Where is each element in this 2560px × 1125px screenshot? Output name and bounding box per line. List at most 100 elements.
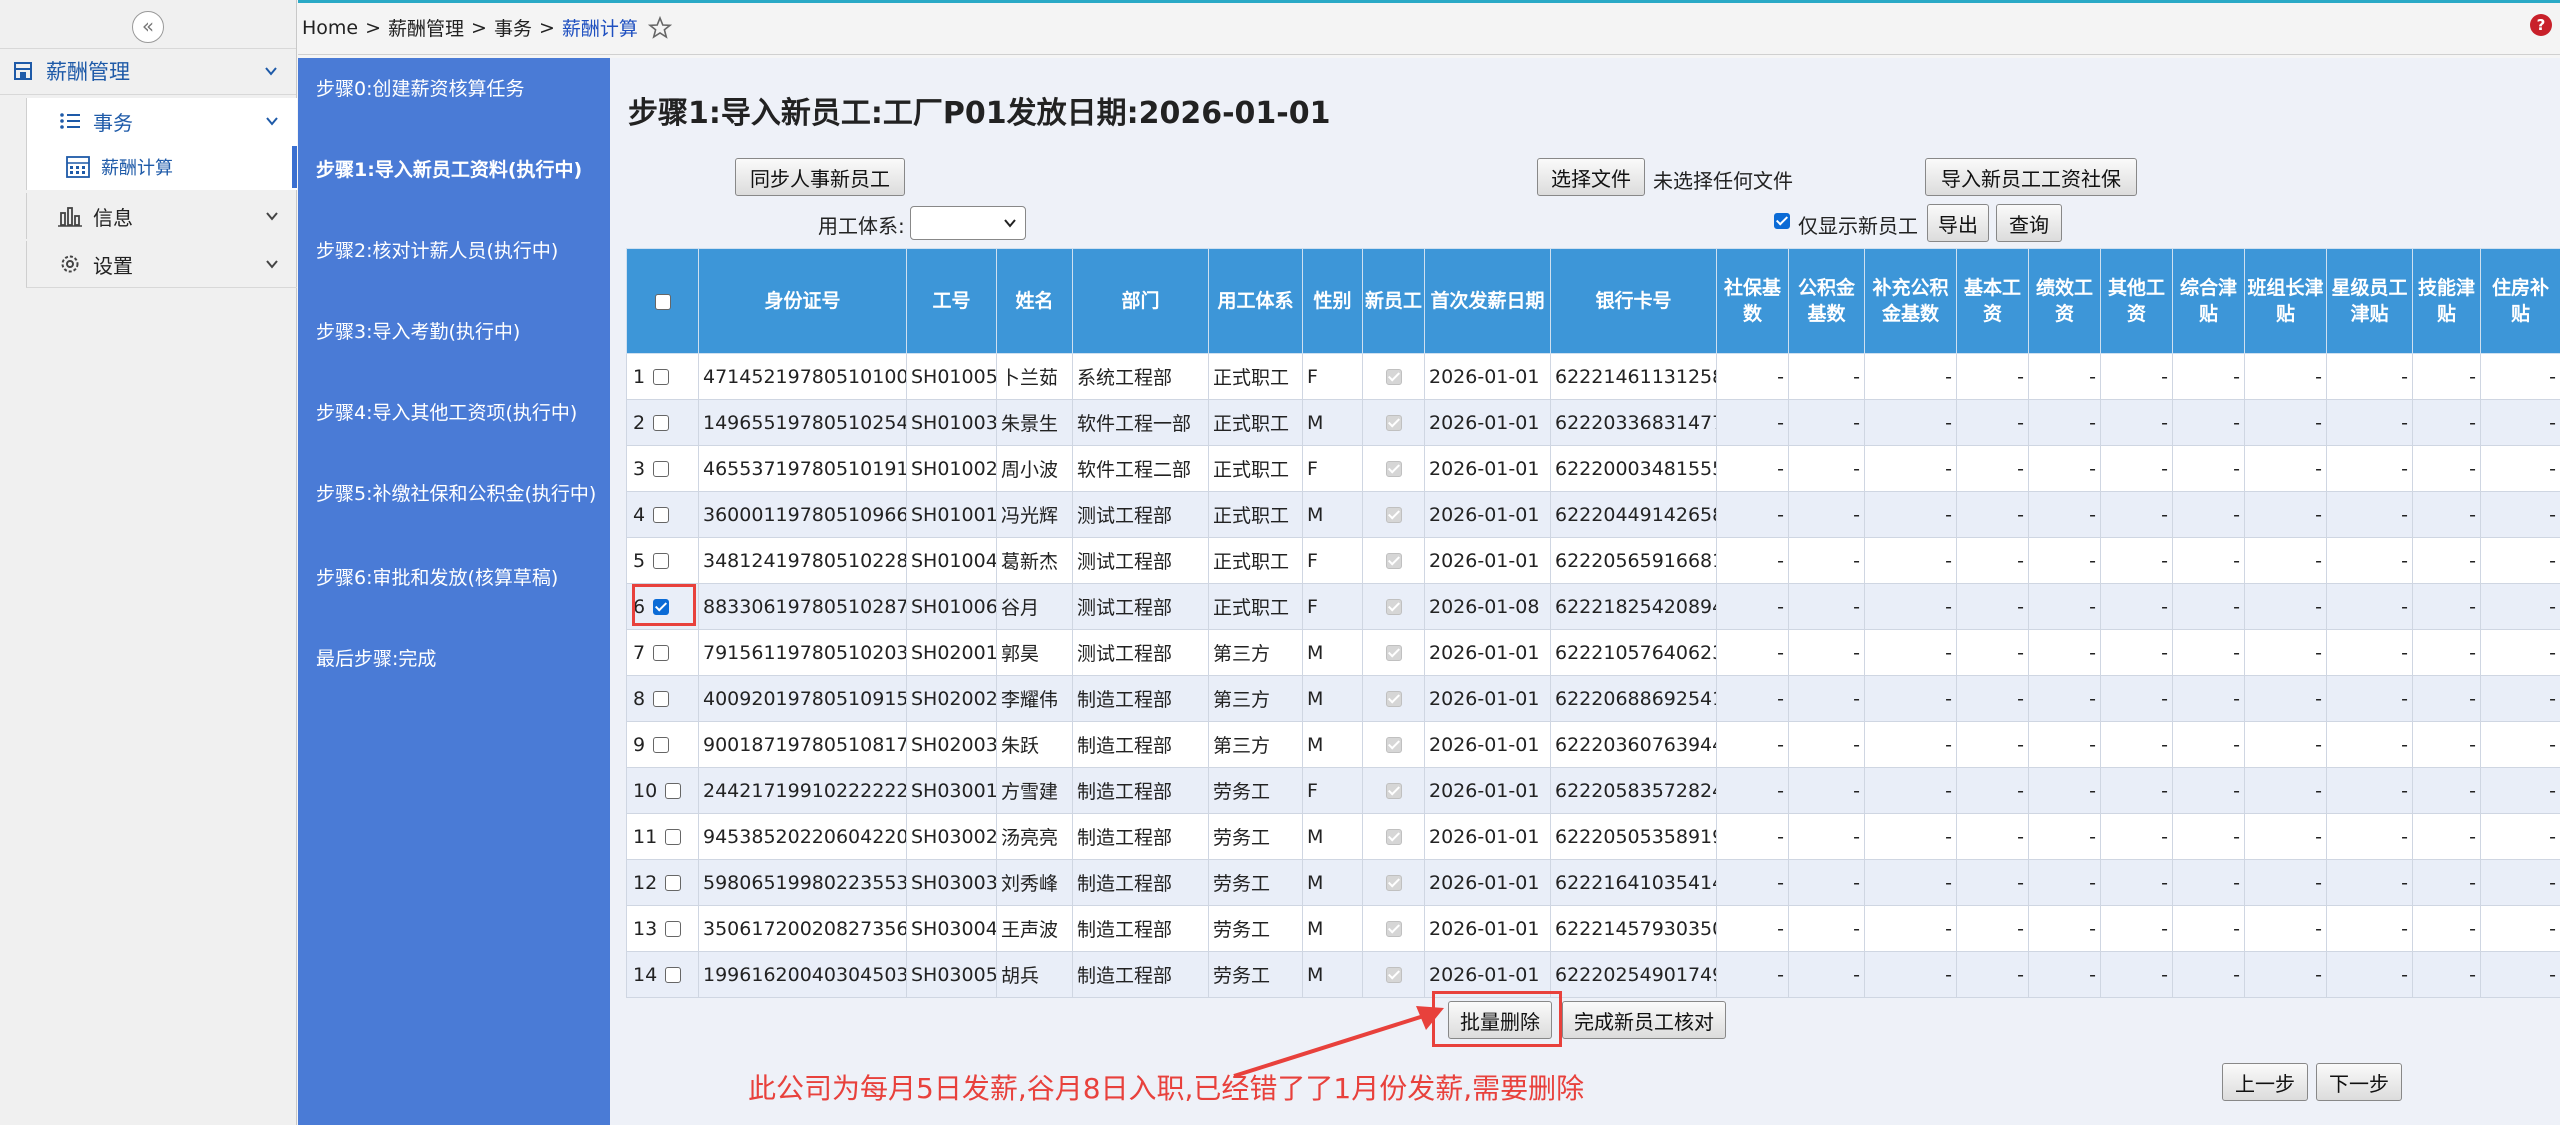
sidebar-item-salary-management[interactable]: 薪酬管理 xyxy=(0,48,296,95)
star-icon[interactable] xyxy=(647,15,672,40)
row-checkbox[interactable] xyxy=(665,967,682,983)
amount-cell: - xyxy=(1788,353,1865,400)
row-checkbox[interactable] xyxy=(653,507,670,523)
column-header[interactable]: 补充公积金基数 xyxy=(1864,248,1957,354)
row-select-cell: 1 xyxy=(626,353,699,400)
column-header[interactable]: 性别 xyxy=(1302,248,1363,354)
column-header[interactable]: 星级员工津贴 xyxy=(2326,248,2413,354)
column-header[interactable]: 综合津贴 xyxy=(2172,248,2245,354)
employee-no-cell: SH02001 xyxy=(906,629,997,676)
breadcrumb-salary-management[interactable]: 薪酬管理 xyxy=(388,14,464,41)
row-checkbox[interactable] xyxy=(653,415,670,431)
column-header[interactable]: 其他工资 xyxy=(2100,248,2173,354)
row-checkbox[interactable] xyxy=(653,737,670,753)
table-row[interactable]: 12 598065199802235534 SH03003 刘秀峰 制造工程部 劳务工 M 2… xyxy=(626,859,2560,906)
chevron-down-icon[interactable] xyxy=(265,209,279,223)
table-row[interactable]: 1 471452197805101004 SH01005 卜兰茹 系统工程部 正式职工 F 2… xyxy=(626,353,2560,400)
step-final[interactable]: 最后步骤:完成 xyxy=(316,644,606,674)
import-new-employee-salary-button[interactable]: 导入新员工工资社保 xyxy=(1925,158,2137,196)
new-employee-checkbox xyxy=(1385,599,1402,615)
row-checkbox[interactable] xyxy=(653,691,670,707)
row-checkbox[interactable] xyxy=(653,553,670,569)
amount-cell: - xyxy=(2480,491,2560,538)
table-row[interactable]: 11 945385202206042209 SH03002 汤亮亮 制造工程部 劳务工 M 2… xyxy=(626,813,2560,860)
new-employee-checkbox xyxy=(1385,921,1402,937)
column-header[interactable]: 身份证号 xyxy=(698,248,907,354)
employment-system-select[interactable] xyxy=(910,206,1026,240)
row-checkbox[interactable] xyxy=(653,645,670,661)
chevron-down-icon[interactable] xyxy=(264,64,278,78)
sidebar-item-affairs[interactable]: 事务 xyxy=(26,98,297,144)
next-step-button[interactable]: 下一步 xyxy=(2316,1063,2402,1101)
previous-step-button[interactable]: 上一步 xyxy=(2222,1063,2308,1101)
row-checkbox[interactable] xyxy=(653,369,670,385)
column-header[interactable]: 首次发薪日期 xyxy=(1424,248,1551,354)
table-row[interactable]: 8 400920197805109155 SH02002 李耀伟 制造工程部 第三方 M 20… xyxy=(626,675,2560,722)
row-checkbox[interactable] xyxy=(665,921,682,937)
employment-system-cell: 正式职工 xyxy=(1208,491,1303,538)
column-header[interactable]: 新员工 xyxy=(1362,248,1425,354)
amount-cell: - xyxy=(2172,583,2245,630)
sidebar-item-info[interactable]: 信息 xyxy=(26,193,297,239)
column-header[interactable]: 基本工资 xyxy=(1956,248,2029,354)
row-checkbox[interactable] xyxy=(665,829,682,845)
row-checkbox[interactable] xyxy=(653,461,670,477)
column-header[interactable]: 住房补贴 xyxy=(2480,248,2560,354)
step-0[interactable]: 步骤0:创建薪资核算任务 xyxy=(316,74,606,104)
column-header[interactable]: 工号 xyxy=(906,248,997,354)
row-checkbox[interactable] xyxy=(665,783,682,799)
amount-cell: - xyxy=(1864,445,1957,492)
step-2[interactable]: 步骤2:核对计薪人员(执行中) xyxy=(316,236,606,266)
chevron-down-icon[interactable] xyxy=(265,114,279,128)
sidebar-item-salary-calc[interactable]: 薪酬计算 xyxy=(26,144,297,190)
column-header[interactable]: 技能津贴 xyxy=(2412,248,2481,354)
row-checkbox[interactable] xyxy=(665,875,682,891)
sidebar-item-label: 信息 xyxy=(93,205,133,230)
step-5[interactable]: 步骤5:补缴社保和公积金(执行中) xyxy=(316,479,606,509)
table-row[interactable]: 7 791561197805102032 SH02001 郭昊 测试工程部 第三方 M 202… xyxy=(626,629,2560,676)
breadcrumb-home[interactable]: Home xyxy=(302,17,358,39)
amount-cell: - xyxy=(2480,629,2560,676)
column-header[interactable]: 班组长津贴 xyxy=(2244,248,2327,354)
amount-cell: - xyxy=(2028,767,2101,814)
chevron-down-icon[interactable] xyxy=(265,257,279,271)
column-header[interactable]: 用工体系 xyxy=(1208,248,1303,354)
column-header[interactable]: 银行卡号 xyxy=(1550,248,1717,354)
choose-file-button[interactable]: 选择文件 xyxy=(1537,158,1645,196)
employment-system-cell: 正式职工 xyxy=(1208,399,1303,446)
column-header[interactable]: 公积金基数 xyxy=(1788,248,1865,354)
step-6[interactable]: 步骤6:审批和发放(核算草稿) xyxy=(316,563,606,593)
export-button[interactable]: 导出 xyxy=(1927,204,1989,242)
column-header[interactable]: 部门 xyxy=(1072,248,1209,354)
column-header[interactable]: 社保基数 xyxy=(1716,248,1789,354)
sidebar-item-label: 设置 xyxy=(93,253,133,278)
new-employee-checkbox xyxy=(1385,553,1402,569)
step-3[interactable]: 步骤3:导入考勤(执行中) xyxy=(316,317,606,347)
breadcrumb-affairs[interactable]: 事务 xyxy=(494,14,532,41)
table-row[interactable]: 4 360001197805109666 SH01001 冯光辉 测试工程部 正式职工 M 2… xyxy=(626,491,2560,538)
sync-hr-new-employees-button[interactable]: 同步人事新员工 xyxy=(735,158,905,196)
table-row[interactable]: 13 350617200208273560 SH03004 王声波 制造工程部 劳务工 M 2… xyxy=(626,905,2560,952)
table-row[interactable]: 5 348124197805102282 SH01004 葛新杰 测试工程部 正式职工 F 2… xyxy=(626,537,2560,584)
new-employee-cell xyxy=(1362,445,1425,492)
step-1[interactable]: 步骤1:导入新员工资料(执行中) xyxy=(316,155,606,185)
column-header[interactable]: 姓名 xyxy=(996,248,1073,354)
query-button[interactable]: 查询 xyxy=(1996,204,2062,242)
table-row[interactable]: 9 900187197805108171 SH02003 朱跃 制造工程部 第三方 M 202… xyxy=(626,721,2560,768)
collapse-sidebar-button[interactable]: « xyxy=(132,11,164,43)
table-row[interactable]: 2 149655197805102548 SH01003 朱景生 软件工程一部 正式职工 M… xyxy=(626,399,2560,446)
only-new-employees-checkbox[interactable] xyxy=(1774,213,1790,229)
finish-new-employee-check-button[interactable]: 完成新员工核对 xyxy=(1562,1001,1726,1039)
table-row[interactable]: 14 199616200403045034 SH03005 胡兵 制造工程部 劳务工 M 20… xyxy=(626,951,2560,998)
sidebar-item-settings[interactable]: 设置 xyxy=(26,241,297,288)
step-4[interactable]: 步骤4:导入其他工资项(执行中) xyxy=(316,398,606,428)
select-all-checkbox[interactable] xyxy=(654,293,671,310)
table-row[interactable]: 6 883306197805102870 SH01006 谷月 测试工程部 正式职工 F 20… xyxy=(626,583,2560,630)
amount-cell: - xyxy=(1716,629,1789,676)
table-row[interactable]: 10 244217199102222226 SH03001 方雪建 制造工程部 劳务工 F 2… xyxy=(626,767,2560,814)
amount-cell: - xyxy=(2100,445,2173,492)
column-header[interactable]: 绩效工资 xyxy=(2028,248,2101,354)
table-row[interactable]: 3 465537197805101919 SH01002 周小波 软件工程二部 正式职工 F… xyxy=(626,445,2560,492)
amount-cell: - xyxy=(2028,537,2101,584)
help-icon[interactable]: ? xyxy=(2530,14,2552,36)
